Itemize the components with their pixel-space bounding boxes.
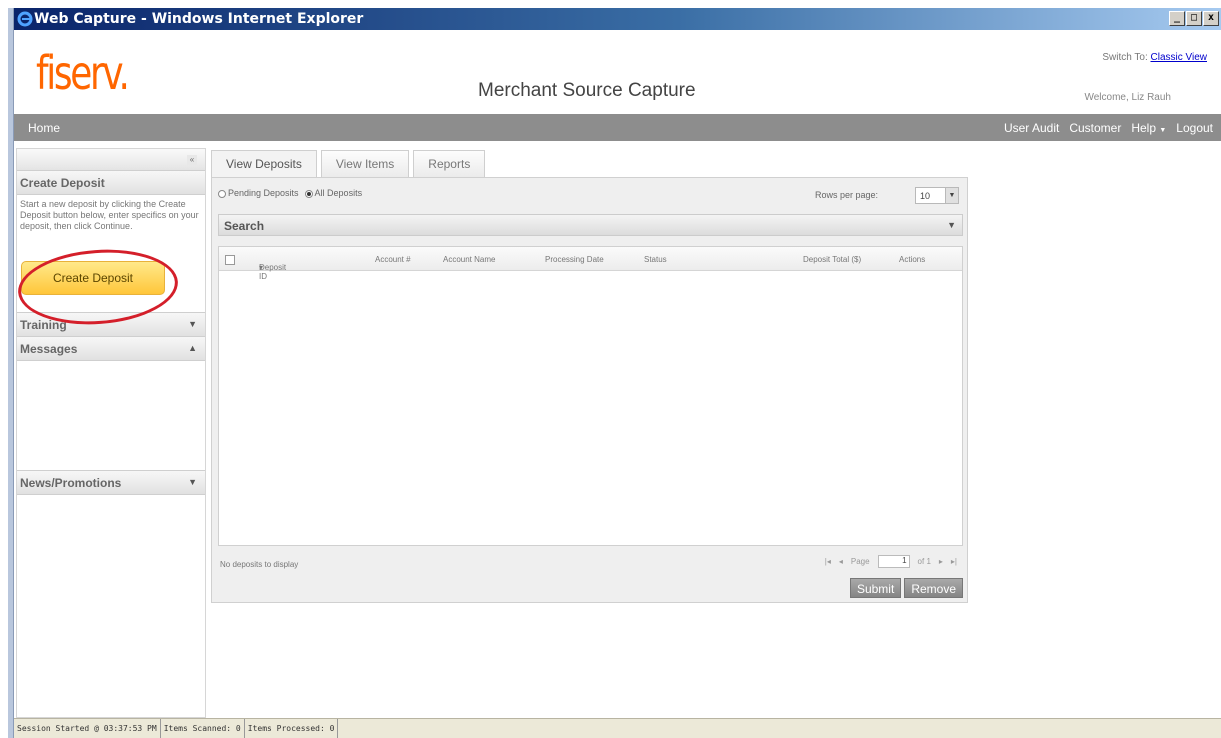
- deposit-filters: Pending Deposits All Deposits: [218, 188, 362, 198]
- nav-bar: Home User Audit Customer Help ▼ Logout: [14, 114, 1221, 141]
- chevron-down-icon: ▾: [259, 263, 264, 272]
- create-deposit-title: Create Deposit: [20, 176, 105, 190]
- rows-per-page-value: 10: [920, 191, 931, 201]
- next-page-icon[interactable]: ▸: [939, 557, 943, 566]
- chevron-down-icon: ▼: [947, 220, 956, 230]
- search-label: Search: [224, 219, 265, 233]
- session-started: Session Started @ 03:37:53 PM: [14, 719, 161, 738]
- training-title: Training: [20, 318, 67, 332]
- chevron-down-icon: ▼: [1159, 127, 1167, 134]
- tab-reports[interactable]: Reports: [413, 150, 486, 177]
- pending-deposits-label: Pending Deposits: [228, 188, 299, 198]
- create-deposit-header: Create Deposit: [17, 171, 205, 195]
- tab-view-items[interactable]: View Items: [320, 150, 410, 177]
- close-button[interactable]: x: [1203, 11, 1219, 26]
- submit-button[interactable]: Submit: [849, 578, 902, 598]
- pager: |◂ ◂ Page 1 of 1 ▸ ▸|: [825, 555, 957, 568]
- welcome-text: Welcome, Liz Rauh: [1084, 92, 1171, 103]
- pending-deposits-option[interactable]: Pending Deposits: [218, 188, 299, 198]
- status-bar: Session Started @ 03:37:53 PM Items Scan…: [14, 718, 1221, 738]
- last-page-icon[interactable]: ▸|: [951, 557, 957, 566]
- nav-logout[interactable]: Logout: [1176, 121, 1213, 135]
- minimize-button[interactable]: _: [1169, 11, 1185, 26]
- chevron-down-icon: ▼: [188, 477, 197, 487]
- left-sidebar: « Create Deposit Start a new deposit by …: [16, 148, 206, 718]
- chevron-down-icon: ▼: [188, 319, 197, 329]
- page-number-input[interactable]: 1: [877, 555, 910, 568]
- window-controls: _ □ x: [1169, 11, 1219, 26]
- all-deposits-option[interactable]: All Deposits: [304, 188, 363, 198]
- select-all-checkbox[interactable]: [225, 255, 235, 265]
- tab-view-deposits[interactable]: View Deposits: [211, 150, 317, 177]
- deposits-grid: Deposit ID ▾ Account # Account Name Proc…: [218, 246, 963, 546]
- classic-view-link[interactable]: Classic View: [1151, 52, 1208, 63]
- create-deposit-button-area: Create Deposit: [17, 255, 205, 313]
- prev-page-icon[interactable]: ◂: [839, 557, 843, 566]
- col-processing-date[interactable]: Processing Date: [545, 255, 604, 264]
- nav-user-audit[interactable]: User Audit: [1004, 121, 1059, 135]
- nav-customer[interactable]: Customer: [1069, 121, 1121, 135]
- deposits-panel: Pending Deposits All Deposits Rows per p…: [211, 177, 968, 603]
- switch-view: Switch To: Classic View: [1102, 52, 1207, 63]
- nav-help[interactable]: Help ▼: [1131, 121, 1166, 135]
- training-header[interactable]: Training ▼: [17, 313, 205, 337]
- grid-header: Deposit ID ▾ Account # Account Name Proc…: [219, 247, 962, 281]
- messages-body: [17, 361, 205, 471]
- radio-icon: [218, 189, 226, 198]
- first-page-icon[interactable]: |◂: [825, 557, 831, 566]
- window-title: Web Capture - Windows Internet Explorer: [34, 11, 364, 27]
- app-title: Merchant Source Capture: [478, 80, 696, 101]
- all-deposits-label: All Deposits: [314, 188, 363, 198]
- messages-header[interactable]: Messages ▲: [17, 337, 205, 361]
- create-deposit-instructions: Start a new deposit by clicking the Crea…: [20, 199, 199, 231]
- chevron-down-icon: ▼: [945, 188, 958, 203]
- remove-button[interactable]: Remove: [904, 578, 963, 598]
- page-of-label: of 1: [917, 557, 931, 566]
- radio-selected-icon: [304, 189, 313, 198]
- nav-home[interactable]: Home: [28, 121, 60, 135]
- rows-per-page-label: Rows per page:: [815, 190, 879, 200]
- collapse-icon[interactable]: «: [187, 155, 197, 165]
- col-deposit-total[interactable]: Deposit Total ($): [803, 255, 861, 264]
- main-tabs: View Deposits View Items Reports: [211, 150, 486, 177]
- ie-icon: [17, 11, 33, 27]
- nav-help-label: Help: [1131, 121, 1157, 135]
- news-header[interactable]: News/Promotions ▼: [17, 471, 205, 495]
- news-title: News/Promotions: [20, 476, 122, 490]
- col-account-name[interactable]: Account Name: [443, 255, 495, 264]
- search-bar[interactable]: Search ▼: [218, 214, 963, 236]
- col-account-number[interactable]: Account #: [375, 255, 411, 264]
- col-actions: Actions: [899, 255, 926, 264]
- col-status[interactable]: Status: [644, 255, 667, 264]
- switch-label: Switch To:: [1102, 52, 1148, 63]
- col-deposit-id-label: Deposit ID: [259, 263, 287, 281]
- chevron-up-icon: ▲: [188, 343, 197, 353]
- page-label: Page: [850, 557, 870, 566]
- create-deposit-button[interactable]: Create Deposit: [21, 261, 165, 295]
- items-processed: Items Processed: 0: [245, 719, 339, 738]
- items-scanned: Items Scanned: 0: [161, 719, 245, 738]
- grid-empty-text: No deposits to display: [220, 560, 299, 569]
- rows-per-page-select[interactable]: 10 ▼: [915, 187, 959, 204]
- sidebar-collapse-bar: «: [17, 149, 205, 171]
- action-buttons: Submit Remove: [849, 578, 963, 598]
- nav-right: User Audit Customer Help ▼ Logout: [1004, 121, 1213, 135]
- maximize-button[interactable]: □: [1186, 11, 1202, 26]
- window-titlebar[interactable]: Web Capture - Windows Internet Explorer …: [14, 8, 1221, 30]
- messages-title: Messages: [20, 342, 78, 356]
- fiserv-logo: fiserv.: [36, 46, 130, 100]
